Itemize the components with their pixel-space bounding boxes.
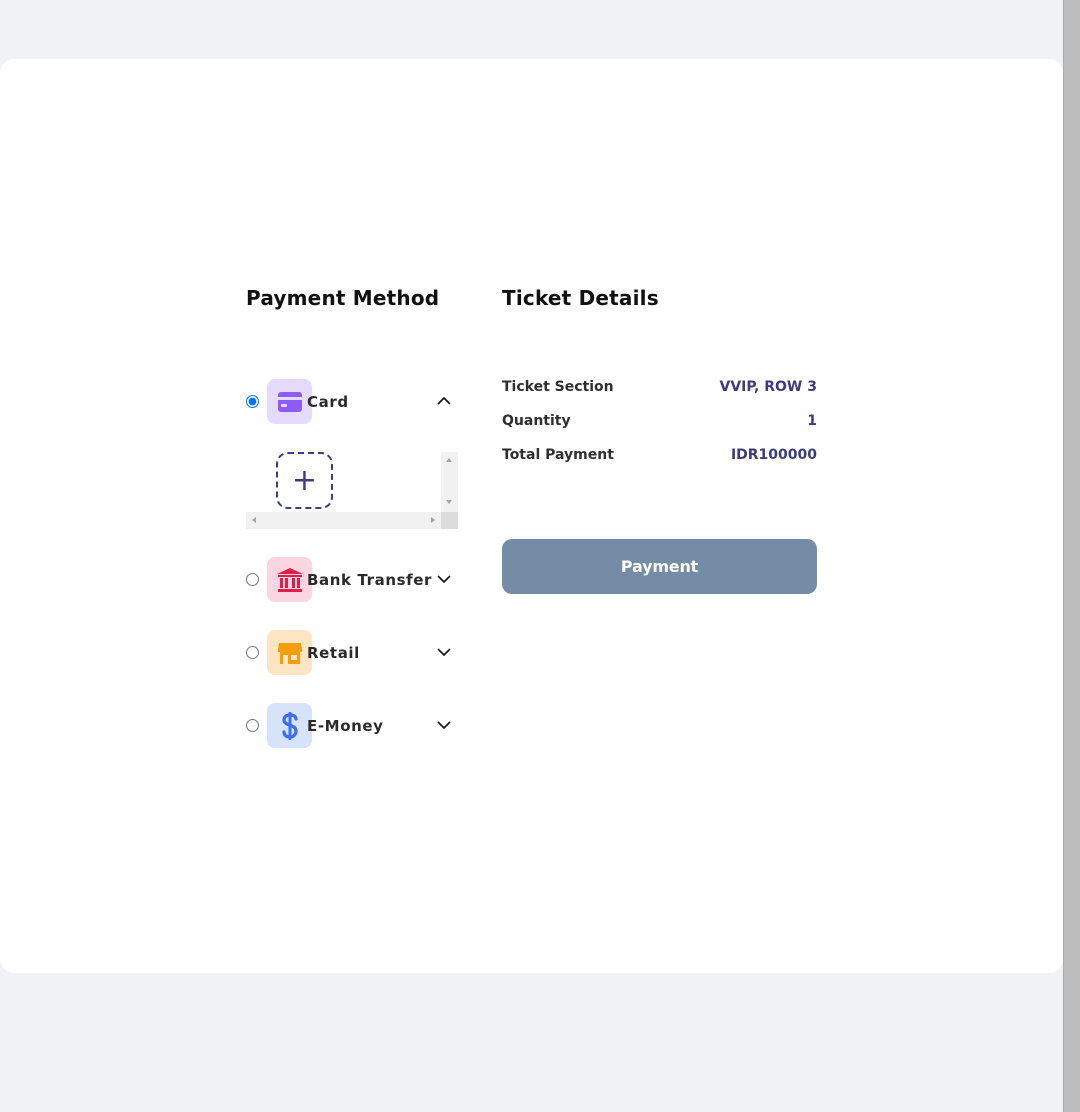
dollar-icon — [267, 703, 312, 748]
card-radio[interactable] — [246, 395, 259, 408]
vertical-scrollbar[interactable] — [441, 452, 458, 512]
total-payment-row: Total Payment IDR100000 — [502, 447, 817, 467]
payment-option-bank-transfer[interactable]: Bank Transfer — [246, 557, 458, 603]
credit-card-icon — [267, 379, 312, 424]
bank-transfer-label: Bank Transfer — [307, 571, 433, 589]
bank-icon — [267, 557, 312, 602]
scroll-down-icon[interactable] — [446, 500, 452, 504]
total-payment-value: IDR100000 — [730, 447, 817, 463]
payment-method-title: Payment Method — [246, 286, 440, 310]
scroll-corner — [441, 512, 458, 529]
chevron-down-icon[interactable] — [436, 644, 452, 660]
chevron-down-icon[interactable] — [436, 571, 452, 587]
horizontal-scrollbar[interactable] — [246, 512, 441, 529]
ticket-section-row: Ticket Section VVIP, ROW 3 — [502, 379, 817, 399]
e-money-radio[interactable] — [246, 719, 259, 732]
quantity-value: 1 — [807, 413, 817, 429]
ticket-section-value: VVIP, ROW 3 — [719, 379, 817, 395]
add-card-button[interactable]: + — [276, 452, 333, 509]
card-label: Card — [307, 393, 349, 411]
payment-button[interactable]: Payment — [502, 539, 817, 594]
window-scrollbar[interactable] — [1063, 0, 1080, 1112]
retail-label: Retail — [307, 644, 360, 662]
bank-transfer-radio[interactable] — [246, 573, 259, 586]
payment-option-retail[interactable]: Retail — [246, 630, 458, 676]
ticket-section-label: Ticket Section — [502, 379, 614, 395]
e-money-label: E-Money — [307, 717, 384, 735]
scroll-up-icon[interactable] — [446, 458, 452, 462]
payment-option-e-money[interactable]: E-Money — [246, 703, 458, 749]
retail-radio[interactable] — [246, 646, 259, 659]
card-list: + — [246, 452, 458, 529]
chevron-down-icon[interactable] — [436, 717, 452, 733]
total-payment-label: Total Payment — [502, 447, 614, 463]
store-icon — [267, 630, 312, 675]
payment-option-card[interactable]: Card — [246, 379, 458, 425]
ticket-details-title: Ticket Details — [502, 286, 659, 310]
chevron-up-icon[interactable] — [436, 393, 452, 409]
quantity-row: Quantity 1 — [502, 413, 817, 433]
checkout-panel — [0, 59, 1063, 973]
scroll-left-icon[interactable] — [252, 517, 256, 523]
quantity-label: Quantity — [502, 413, 571, 429]
scroll-right-icon[interactable] — [431, 517, 435, 523]
